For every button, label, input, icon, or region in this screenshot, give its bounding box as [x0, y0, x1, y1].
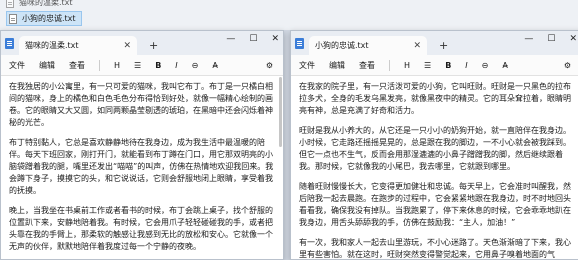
text-paragraph: 在我独居的小公寓里，有一只可爱的猫咪，我叫它布丁。布丁是一只橘白相间的猫咪，身上…	[9, 82, 273, 127]
title-bar: 小狗的忠诚.txt ✕ + — ☐ ✕	[291, 31, 578, 55]
list-icon[interactable]: ☰	[424, 61, 431, 70]
toolbar-divider	[99, 59, 100, 71]
text-paragraph: 随着旺财慢慢长大，它变得更加健壮和忠诚。每天早上，它会准时叫醒我，然后陪我一起去…	[299, 182, 571, 227]
tab-title: 猫咪的温柔.txt	[25, 41, 79, 50]
document-tab[interactable]: 猫咪的温柔.txt ✕	[19, 36, 137, 55]
text-paragraph: 有一次，我和家人一起去山里游玩，不小心迷路了。天色渐渐暗了下来，我心里有些害怕。…	[299, 238, 571, 259]
maximize-button[interactable]: ☐	[547, 34, 555, 44]
new-tab-button[interactable]: +	[439, 39, 448, 52]
menu-edit[interactable]: 编辑	[39, 60, 55, 71]
maximize-button[interactable]: ☐	[249, 34, 257, 44]
window-controls: — ☐ ✕	[524, 34, 577, 44]
clear-format-icon[interactable]: A̶	[502, 61, 507, 70]
tab-close-icon[interactable]: ✕	[123, 41, 131, 51]
title-bar: 猫咪的温柔.txt ✕ + — ☐ ✕	[1, 31, 283, 55]
close-button[interactable]: ✕	[569, 34, 577, 44]
clear-format-icon[interactable]: A̶	[212, 61, 217, 70]
list-icon[interactable]: ☰	[134, 61, 141, 70]
file-item[interactable]: 猫咪的温柔.txt	[6, 0, 73, 9]
menu-bar: 文件 编辑 查看 H ☰ B I ⊖ A̶ ⚙	[291, 55, 578, 76]
menu-bar: 文件 编辑 查看 H ☰ B I ⊖ A̶ ⚙	[1, 55, 283, 76]
close-button[interactable]: ✕	[271, 34, 279, 44]
tab-close-icon[interactable]: ✕	[413, 41, 421, 51]
menu-view[interactable]: 查看	[69, 60, 85, 71]
new-tab-button[interactable]: +	[149, 39, 158, 52]
italic-button[interactable]: I	[175, 61, 177, 70]
toolbar-divider	[389, 59, 390, 71]
window-controls: — ☐ ✕	[226, 34, 279, 44]
file-name: 猫咪的温柔.txt	[19, 0, 73, 7]
link-icon[interactable]: ⊖	[482, 61, 489, 70]
heading-dropdown[interactable]: H	[404, 61, 410, 70]
tab-title: 小狗的忠诚.txt	[315, 41, 369, 50]
bold-button[interactable]: B	[155, 61, 161, 70]
notepad-app-icon	[5, 38, 14, 49]
text-paragraph: 布丁特别黏人，它总是喜欢静静地待在我身边，成为我生活中最温暖的陪伴。每天下班回家…	[9, 138, 274, 195]
menu-file[interactable]: 文件	[9, 60, 25, 71]
link-icon[interactable]: ⊖	[192, 61, 199, 70]
text-paragraph: 晚上，当我坐在书桌前工作或者看书的时候，布丁会跳上桌子，找个舒服的位置趴下来，安…	[9, 206, 273, 251]
text-editor[interactable]: 在我独居的小公寓里，有一只可爱的猫咪，我叫它布丁。布丁是一只橘白相间的猫咪，身上…	[1, 76, 283, 253]
minimize-button[interactable]: —	[226, 34, 235, 44]
settings-gear-icon[interactable]: ⚙	[266, 61, 273, 70]
text-file-icon	[9, 13, 17, 24]
menu-file[interactable]: 文件	[299, 60, 315, 71]
vertical-scrollbar[interactable]	[279, 77, 282, 147]
minimize-button[interactable]: —	[524, 34, 533, 44]
notepad-app-icon	[295, 38, 304, 49]
settings-gear-icon[interactable]: ⚙	[564, 61, 571, 70]
notepad-window-dog: 小狗的忠诚.txt ✕ + — ☐ ✕ 文件 编辑 查看 H ☰ B I ⊖ A…	[290, 30, 578, 260]
text-paragraph: 在我家的院子里，有一只活泼可爱的小狗，它叫旺财。旺财是一只黑色的拉布拉多犬，全身…	[299, 82, 571, 115]
file-name: 小狗的忠诚.txt	[22, 14, 76, 23]
menu-view[interactable]: 查看	[359, 60, 375, 71]
text-file-icon	[6, 0, 14, 8]
menu-edit[interactable]: 编辑	[329, 60, 345, 71]
text-paragraph: 旺财是我从小养大的，从它还是一只小小的奶狗开始，就一直陪伴在我身边。小时候，它走…	[299, 126, 571, 171]
document-tab[interactable]: 小狗的忠诚.txt ✕	[309, 36, 427, 55]
text-editor[interactable]: 在我家的院子里，有一只活泼可爱的小狗，它叫旺财。旺财是一只黑色的拉布拉多犬，全身…	[291, 76, 578, 259]
bold-button[interactable]: B	[445, 61, 451, 70]
file-explorer: 猫咪的温柔.txt 小狗的忠诚.txt	[0, 0, 578, 30]
italic-button[interactable]: I	[465, 61, 467, 70]
heading-dropdown[interactable]: H	[114, 61, 120, 70]
notepad-window-cat: 猫咪的温柔.txt ✕ + — ☐ ✕ 文件 编辑 查看 H ☰ B I ⊖ A…	[0, 30, 284, 260]
file-item-selected[interactable]: 小狗的忠诚.txt	[6, 11, 82, 26]
